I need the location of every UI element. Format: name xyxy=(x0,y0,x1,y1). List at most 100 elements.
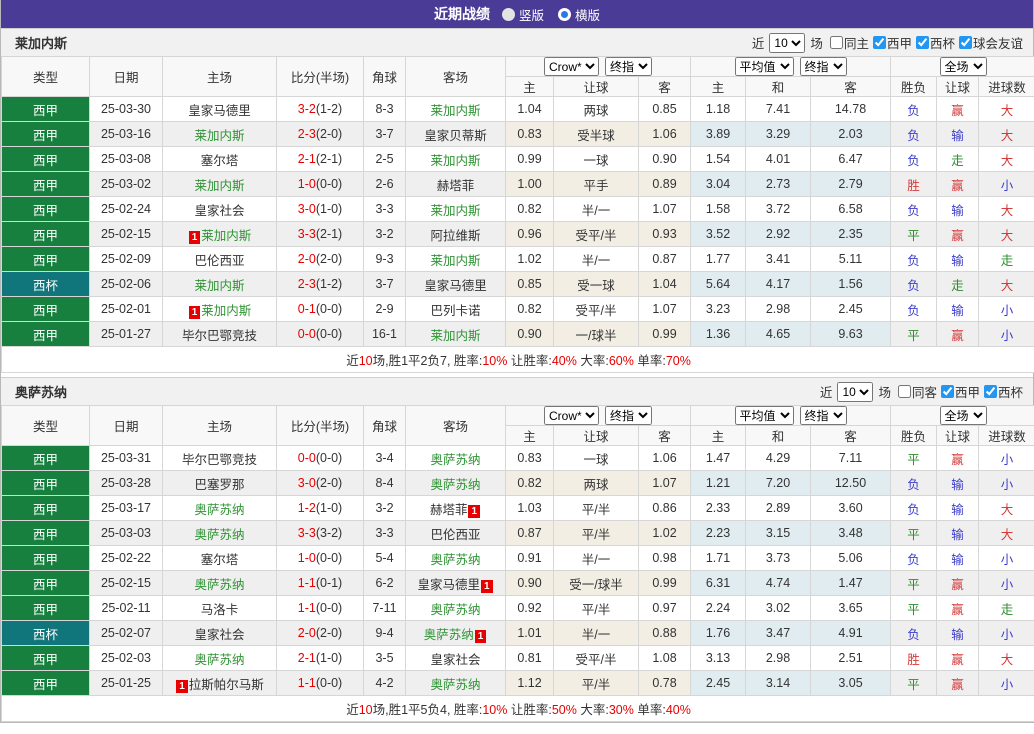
final-odds-select[interactable]: 终指 xyxy=(605,406,652,425)
filter-checkbox-西杯[interactable]: 西杯 xyxy=(915,33,955,52)
table-row: 西甲 25-03-02 莱加内斯 1-0(0-0) 2-6 赫塔菲 1.00 平手 0.89 3.… xyxy=(1,171,1034,197)
away-team-cell: 莱加内斯 xyxy=(405,96,506,122)
match-type-cell: 西杯 xyxy=(1,271,90,297)
avg-home-odds-cell: 2.45 xyxy=(690,670,746,696)
checkbox-input[interactable] xyxy=(829,36,843,49)
checkbox-input[interactable] xyxy=(915,36,929,49)
result-handicap-cell: 输 xyxy=(936,495,980,521)
recent-count-select[interactable]: 10 xyxy=(769,32,806,53)
home-team-cell: 奥萨苏纳 xyxy=(162,645,277,671)
fulltime-score: 1-1 xyxy=(297,601,316,615)
summary-stat-value: 40% xyxy=(665,703,691,717)
crow-away-odds-cell: 1.06 xyxy=(638,445,691,471)
average-select[interactable]: 平均值 xyxy=(734,406,794,425)
radio-vertical-layout[interactable]: 竖版 xyxy=(501,5,544,24)
crow-company-select[interactable]: Crow* xyxy=(544,406,599,425)
avg-away-odds-cell: 5.11 xyxy=(809,246,892,272)
radio-horizontal-layout[interactable]: 横版 xyxy=(558,5,600,24)
score-cell: 0-0(0-0) xyxy=(276,445,364,471)
fulltime-select[interactable]: 全场 xyxy=(939,406,987,425)
avg-away-odds-cell: 2.35 xyxy=(809,221,892,247)
score-cell: 3-2(1-2) xyxy=(276,96,364,122)
col-header-avg-draw: 和 xyxy=(745,76,811,97)
final-odds-select-2[interactable]: 终指 xyxy=(799,406,847,425)
result-outcome-cell: 负 xyxy=(890,470,938,496)
final-odds-select-2[interactable]: 终指 xyxy=(799,57,847,76)
avg-draw-odds-cell: 4.01 xyxy=(745,146,811,172)
away-team-cell: 阿拉维斯 xyxy=(405,221,506,247)
checkbox-input[interactable] xyxy=(872,36,886,49)
filter-checkbox-西甲[interactable]: 西甲 xyxy=(872,33,912,52)
corner-cell: 9-4 xyxy=(363,620,406,646)
team-label: 皇家贝蒂斯 xyxy=(424,128,487,143)
col-header-score: 比分(半场) xyxy=(276,56,364,97)
match-type-cell: 西甲 xyxy=(1,171,90,197)
filter-checkbox-同客[interactable]: 同客 xyxy=(897,382,937,401)
crow-handicap-cell: 两球 xyxy=(553,96,639,122)
away-team-cell: 莱加内斯 xyxy=(405,246,506,272)
halftime-score: (2-1) xyxy=(315,227,343,241)
fulltime-score: 1-1 xyxy=(297,676,316,690)
match-type-cell: 西甲 xyxy=(1,321,90,347)
crow-home-odds-cell: 1.02 xyxy=(505,246,554,272)
result-goals-cell: 大 xyxy=(978,146,1034,172)
average-group-header: 平均值 终指 xyxy=(689,405,892,426)
crow-away-odds-cell: 0.90 xyxy=(638,146,691,172)
match-type-cell: 西甲 xyxy=(1,196,90,222)
avg-home-odds-cell: 1.18 xyxy=(690,96,746,122)
match-date-cell: 25-02-09 xyxy=(89,246,163,272)
score-cell: 1-1(0-0) xyxy=(276,670,364,696)
halftime-score: (0-0) xyxy=(315,177,343,191)
team-label: 奥萨苏纳 xyxy=(430,477,481,492)
table-row: 西甲 25-03-31 毕尔巴鄂竞技 0-0(0-0) 3-4 奥萨苏纳 0.83 一球 1.0… xyxy=(1,445,1034,471)
filter-checkbox-西甲[interactable]: 西甲 xyxy=(940,382,980,401)
filter-checkbox-西杯[interactable]: 西杯 xyxy=(983,382,1023,401)
checkbox-input[interactable] xyxy=(958,36,972,49)
result-outcome-cell: 负 xyxy=(890,121,938,147)
crow-handicap-cell: 平手 xyxy=(553,171,639,197)
radio-icon xyxy=(558,7,571,21)
team-header: 奥萨苏纳 近 10 场 同客 西甲 西杯 xyxy=(1,377,1033,405)
fulltime-group-header: 全场 xyxy=(890,405,1034,426)
recent-count-select[interactable]: 10 xyxy=(837,381,874,402)
home-team-cell: 1 莱加内斯 xyxy=(162,221,277,247)
team-name: 莱加内斯 xyxy=(15,36,68,51)
fulltime-select[interactable]: 全场 xyxy=(939,57,987,76)
home-team-cell: 皇家马德里 xyxy=(162,96,277,122)
home-team-cell: 莱加内斯 xyxy=(162,271,277,297)
match-date-cell: 25-03-28 xyxy=(89,470,163,496)
table-row: 西杯 25-02-07 皇家社会 2-0(2-0) 9-4 奥萨苏纳 1 1.01 半/一 0.8… xyxy=(1,620,1034,646)
checkbox-input[interactable] xyxy=(940,385,954,398)
filter-checkbox-球会友谊[interactable]: 球会友谊 xyxy=(958,33,1023,52)
halftime-score: (3-2) xyxy=(315,526,343,540)
match-date-cell: 25-02-06 xyxy=(89,271,163,297)
team-label: 莱加内斯 xyxy=(194,278,245,293)
recent-results-page: 近期战绩 竖版 横版 莱加内斯 近 10 场 同主 西甲 西杯 球会友谊 类型 … xyxy=(0,0,1034,723)
team-label: 奥萨苏纳 xyxy=(430,452,481,467)
score-cell: 1-0(0-0) xyxy=(276,171,364,197)
average-select[interactable]: 平均值 xyxy=(734,57,794,76)
final-odds-select[interactable]: 终指 xyxy=(605,57,652,76)
match-type-cell: 西甲 xyxy=(1,670,90,696)
fulltime-score: 0-1 xyxy=(297,302,316,316)
checkbox-input[interactable] xyxy=(897,385,911,398)
crow-home-odds-cell: 0.81 xyxy=(505,645,554,671)
halftime-score: (1-2) xyxy=(315,277,343,291)
home-team-cell: 皇家社会 xyxy=(162,196,277,222)
avg-home-odds-cell: 1.58 xyxy=(690,196,746,222)
away-team-cell: 莱加内斯 xyxy=(405,196,506,222)
filter-checkbox-同主[interactable]: 同主 xyxy=(829,33,869,52)
summary-text: 近 xyxy=(346,354,359,368)
crow-company-select[interactable]: Crow* xyxy=(544,57,599,76)
checkbox-input[interactable] xyxy=(983,385,997,398)
score-cell: 1-0(0-0) xyxy=(276,545,364,571)
score-cell: 0-1(0-0) xyxy=(276,296,364,322)
team-label: 奥萨苏纳 xyxy=(430,602,481,617)
avg-home-odds-cell: 2.23 xyxy=(690,520,746,546)
col-header-goals: 进球数 xyxy=(978,76,1034,97)
table-row: 西甲 25-02-09 巴伦西亚 2-0(2-0) 9-3 莱加内斯 1.02 半/一 0.87… xyxy=(1,246,1034,272)
score-cell: 3-3(2-1) xyxy=(276,221,364,247)
table-row: 西甲 25-03-30 皇家马德里 3-2(1-2) 8-3 莱加内斯 1.04 两球 0.85… xyxy=(1,96,1034,122)
away-team-cell: 赫塔菲 xyxy=(405,171,506,197)
avg-home-odds-cell: 5.64 xyxy=(690,271,746,297)
